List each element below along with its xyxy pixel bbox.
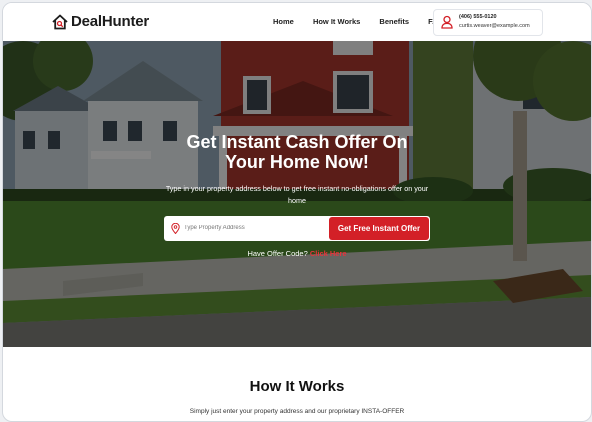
- how-it-works-body: Simply just enter your property address …: [189, 408, 405, 415]
- hero-section: Get Instant Cash Offer On Your Home Now!…: [3, 41, 591, 347]
- nav-item-benefits[interactable]: Benefits: [379, 17, 409, 26]
- hero-title-line-2: Your Home Now!: [225, 152, 369, 172]
- address-input[interactable]: [184, 220, 324, 236]
- nav-item-how-it-works[interactable]: How It Works: [313, 17, 360, 26]
- hero-title: Get Instant Cash Offer On Your Home Now!: [3, 132, 591, 172]
- contact-phone[interactable]: (406) 555-0120: [459, 14, 497, 20]
- get-free-offer-button[interactable]: Get Free Instant Offer: [329, 217, 429, 240]
- offer-code-link[interactable]: Click Here: [310, 249, 347, 258]
- logo[interactable]: DealHunter: [52, 13, 149, 30]
- contact-email[interactable]: curtis.weaver@example.com: [459, 23, 530, 29]
- nav-item-home[interactable]: Home: [273, 17, 294, 26]
- user-pin-icon: [441, 15, 453, 29]
- site-header: DealHunter Home How It Works Benefits FA…: [3, 3, 591, 41]
- hero-subtitle: Type in your property address below to g…: [165, 184, 429, 205]
- location-pin-icon: [171, 223, 180, 234]
- address-search-bar: Get Free Instant Offer: [164, 216, 430, 241]
- logo-text: DealHunter: [71, 13, 150, 30]
- offer-code-prompt: Have Offer Code?: [247, 249, 308, 258]
- browser-frame: DealHunter Home How It Works Benefits FA…: [2, 2, 592, 422]
- contact-card[interactable]: (406) 555-0120 curtis.weaver@example.com: [433, 9, 543, 36]
- house-logo-icon: [52, 14, 68, 29]
- offer-code-line: Have Offer Code? Click Here: [3, 249, 591, 258]
- how-it-works-title: How It Works: [249, 378, 345, 395]
- hero-title-line-1: Get Instant Cash Offer On: [186, 132, 408, 152]
